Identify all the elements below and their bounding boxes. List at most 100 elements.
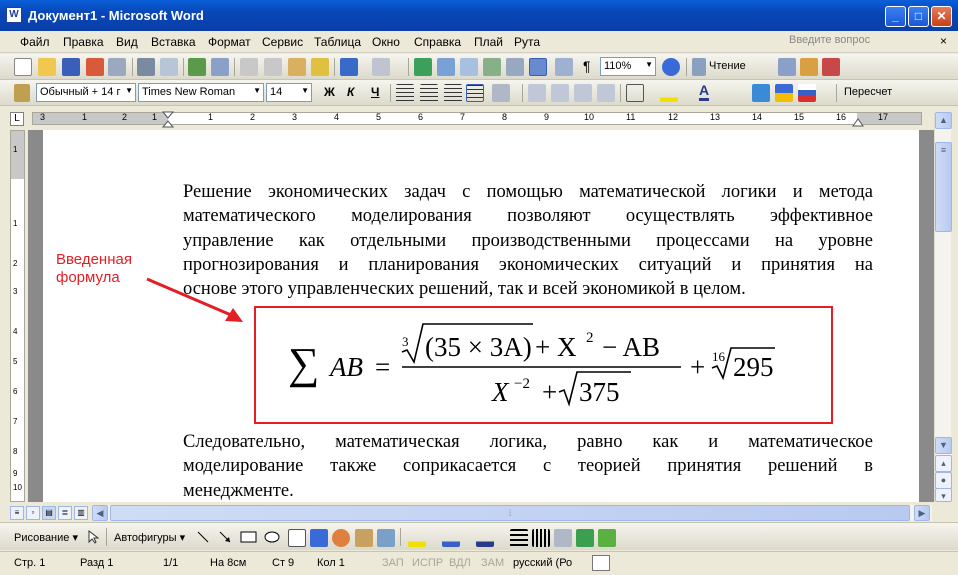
recalc-button[interactable]: Пересчет [844,86,892,98]
numbering-icon[interactable] [528,84,546,102]
bullets-icon[interactable] [551,84,569,102]
scroll-left-icon[interactable]: ◀ [92,505,108,521]
scroll-thumb[interactable]: ≡ [935,142,952,232]
reading-label[interactable]: Чтение [709,60,746,72]
styles-pane-icon[interactable] [14,84,30,102]
menu-format[interactable]: Формат [208,35,251,49]
next-page-icon[interactable]: ▾ [935,488,952,502]
status-extend[interactable]: ВДЛ [449,557,471,569]
justify-icon[interactable] [466,84,484,102]
scroll-right-icon[interactable]: ▶ [914,505,930,521]
show-formatting-icon[interactable]: ¶ [583,58,591,74]
highlight-icon[interactable] [660,84,678,102]
menu-edit[interactable]: Правка [63,35,104,49]
document-page[interactable]: Решение экономических задач с помощью ма… [43,130,919,502]
ask-question-input[interactable]: Введите вопрос [785,34,925,50]
borders-icon[interactable] [626,84,644,102]
line-spacing-icon[interactable] [492,84,510,102]
menu-ruta[interactable]: Рута [514,35,540,49]
format-painter-icon[interactable] [311,58,329,76]
formula-object[interactable]: ∑ AB = 3 (35 × 3A) + X 2 − AB X −2 + 375… [263,310,823,420]
underline-button[interactable]: Ч [371,85,379,99]
vertical-scrollbar[interactable]: ▲ ≡ ▼ ▴ ● ▾ [934,112,952,502]
reading-icon[interactable] [692,58,706,76]
outline-view-icon[interactable]: ≣ [58,506,72,520]
document-close-icon[interactable]: × [940,34,947,48]
indent-marker-icon[interactable] [162,111,174,129]
select-browse-object-icon[interactable]: ● [935,472,952,489]
menu-window[interactable]: Окно [372,35,400,49]
previous-page-icon[interactable]: ▴ [935,455,952,472]
textbox-icon[interactable] [288,529,306,547]
menu-tools[interactable]: Сервис [262,35,303,49]
horizontal-scrollbar[interactable]: ◀ ⦙ ▶ [92,505,932,521]
print-view-icon[interactable]: ▤ [42,506,56,520]
oval-tool-icon[interactable] [263,530,281,544]
insert-table-icon[interactable] [460,58,478,76]
menu-play[interactable]: Плай [474,35,503,49]
align-center-icon[interactable] [420,84,438,102]
scroll-up-icon[interactable]: ▲ [935,112,952,129]
arrow-style-icon[interactable] [554,529,572,547]
menu-view[interactable]: Вид [116,35,138,49]
spelling-icon[interactable] [188,58,206,76]
horizontal-scroll-thumb[interactable]: ⦙ [110,505,910,521]
font-select[interactable]: Times New Roman ▼ [138,83,264,102]
bold-button[interactable]: Ж [324,85,335,99]
menu-file[interactable]: Файл [20,35,50,49]
menu-help[interactable]: Справка [414,35,461,49]
draw-menu-button[interactable]: Рисование ▾ [14,531,78,544]
minimize-button[interactable]: _ [885,6,906,27]
paragraph-1[interactable]: Решение экономических задач с помощью ма… [183,180,873,301]
new-document-icon[interactable] [14,58,32,76]
russia-flag-icon[interactable] [798,84,816,102]
macro-icon[interactable] [800,58,818,76]
translate-icon[interactable] [822,58,840,76]
redo-icon[interactable] [372,58,390,76]
paragraph-2[interactable]: Следовательно, математическая логика, ра… [183,430,873,502]
fill-color-icon[interactable] [408,529,426,547]
scroll-down-icon[interactable]: ▼ [935,437,952,454]
help-icon[interactable] [662,58,680,76]
wordart-icon[interactable] [310,529,328,547]
permission-icon[interactable] [86,58,104,76]
zoom-select[interactable]: 110% ▼ [600,57,656,76]
decrease-indent-icon[interactable] [574,84,592,102]
align-left-icon[interactable] [396,84,414,102]
menu-table[interactable]: Таблица [314,35,361,49]
font-size-select[interactable]: 14 ▼ [266,83,312,102]
hyperlink-icon[interactable] [414,58,432,76]
clipart-icon[interactable] [355,529,373,547]
autoshapes-menu-button[interactable]: Автофигуры ▾ [114,531,185,544]
undo-icon[interactable] [340,58,358,76]
print-preview-icon[interactable] [160,58,178,76]
drawing-toggle-icon[interactable] [529,58,547,76]
status-overtype[interactable]: ЗАМ [481,557,504,569]
arrow-tool-icon[interactable] [218,530,232,544]
rectangle-tool-icon[interactable] [240,530,258,544]
document-map-icon[interactable] [555,58,573,76]
spell-check-icon[interactable] [752,84,770,102]
font-color-button[interactable]: A [699,83,710,101]
italic-button[interactable]: К [347,85,354,99]
style-select[interactable]: Обычный + 14 г ▼ [36,83,136,102]
open-folder-icon[interactable] [38,58,56,76]
word-app-icon[interactable]: W [6,7,22,23]
3d-style-icon[interactable] [598,529,616,547]
line-tool-icon[interactable] [196,530,210,544]
close-button[interactable]: ✕ [931,6,952,27]
normal-view-icon[interactable]: ≡ [10,506,24,520]
right-indent-marker-icon[interactable] [852,117,864,127]
line-style-icon[interactable] [510,529,528,547]
copy-icon[interactable] [264,58,282,76]
spelling-status-icon[interactable] [592,555,610,571]
insert-picture-icon[interactable] [377,529,395,547]
select-objects-icon[interactable] [87,530,99,544]
cut-icon[interactable] [240,58,258,76]
align-right-icon[interactable] [444,84,462,102]
research-icon[interactable] [211,58,229,76]
reading-view-icon[interactable]: ▥ [74,506,88,520]
shadow-icon[interactable] [576,529,594,547]
dash-style-icon[interactable] [532,529,550,547]
tab-selector[interactable]: L [10,112,24,126]
